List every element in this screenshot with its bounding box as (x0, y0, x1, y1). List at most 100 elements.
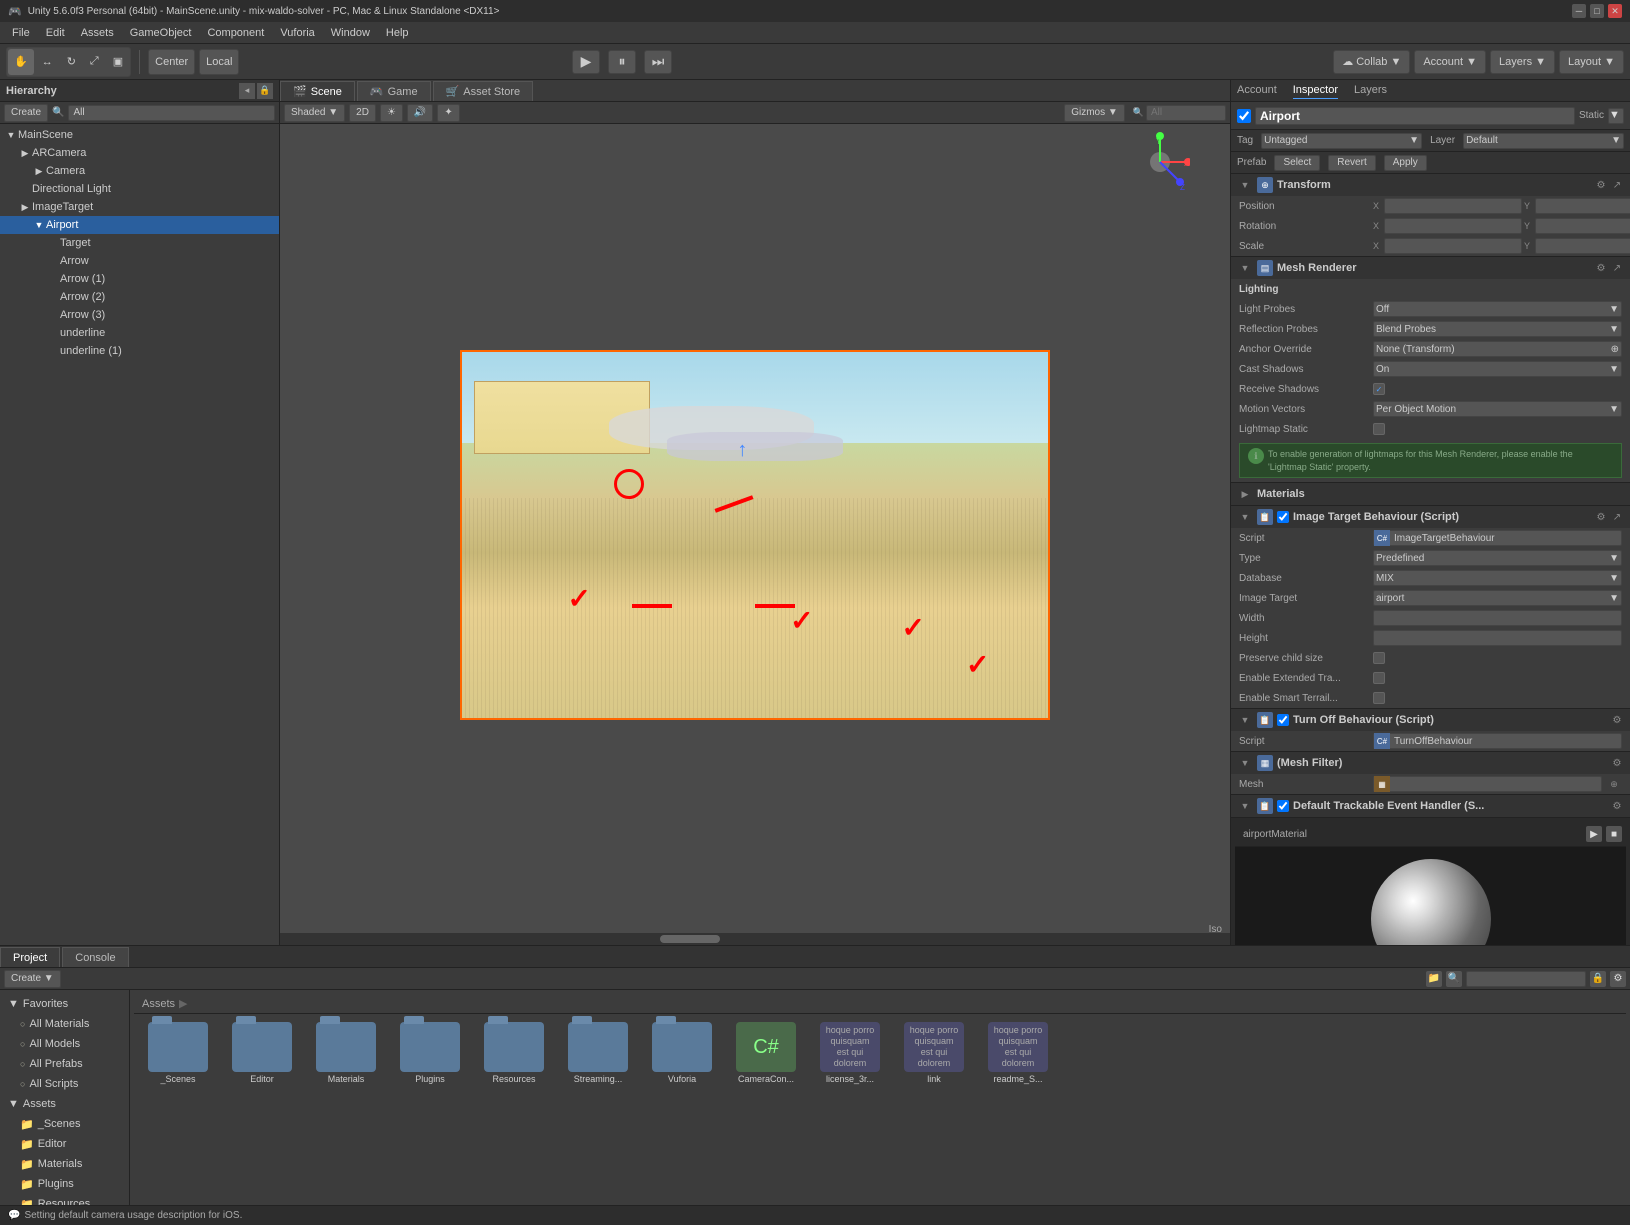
image-target-header[interactable]: ▼ 📋 Image Target Behaviour (Script) ⚙ ↗ (1231, 506, 1630, 528)
shading-dropdown[interactable]: Shaded ▼ (284, 104, 345, 122)
breadcrumb-assets[interactable]: Assets (142, 998, 175, 1010)
menu-vuforia[interactable]: Vuforia (272, 25, 322, 41)
trackable-header[interactable]: ▼ 📋 Default Trackable Event Handler (S..… (1231, 795, 1630, 817)
static-dropdown[interactable]: ▼ (1608, 108, 1624, 124)
scene-scroll-thumb[interactable] (660, 935, 720, 943)
account-button[interactable]: Account ▼ (1414, 50, 1486, 74)
asset-plugins[interactable]: Plugins (390, 1018, 470, 1088)
asset-license[interactable]: hoque porro quisquam est qui dolorem lic… (810, 1018, 890, 1088)
hierarchy-search-input[interactable] (68, 105, 275, 121)
local-button[interactable]: Local (199, 49, 239, 75)
tree-item-arcamera[interactable]: ▶ ARCamera (0, 144, 279, 162)
pos-x-input[interactable]: 0 (1384, 198, 1522, 214)
asset-readme[interactable]: hoque porro quisquam est qui dolorem rea… (978, 1018, 1058, 1088)
materials-header[interactable]: ▶ Materials (1231, 483, 1630, 505)
menu-gameobject[interactable]: GameObject (122, 25, 200, 41)
scale-x-input[interactable]: 0.2 (1384, 238, 1522, 254)
audio-toggle[interactable]: 🔊 (407, 104, 433, 122)
tab-inspector[interactable]: Inspector (1293, 82, 1338, 99)
project-gear-icon[interactable]: ⚙ (1610, 971, 1626, 987)
turnoff-gear-icon[interactable]: ⚙ (1610, 713, 1624, 727)
close-button[interactable]: ✕ (1608, 4, 1622, 18)
tree-item-arrow3[interactable]: Arrow (3) (0, 306, 279, 324)
menu-edit[interactable]: Edit (38, 25, 73, 41)
hierarchy-create-button[interactable]: Create (4, 104, 48, 122)
sidebar-all-models[interactable]: ○ All Models (0, 1034, 129, 1054)
tab-game[interactable]: 🎮 Game (357, 81, 431, 101)
pos-y-input[interactable]: 0 (1535, 198, 1630, 214)
preview-play-button[interactable]: ▶ (1586, 826, 1602, 842)
light-toggle[interactable]: ☀ (380, 104, 403, 122)
tag-dropdown[interactable]: Untagged ▼ (1261, 133, 1422, 149)
project-search-icon[interactable]: 🔍 (1446, 971, 1462, 987)
tree-item-arrow2[interactable]: Arrow (2) (0, 288, 279, 306)
asset-resources[interactable]: Resources (474, 1018, 554, 1088)
prefab-select-button[interactable]: Select (1274, 155, 1320, 171)
sidebar-favorites[interactable]: ▼ Favorites (0, 994, 129, 1014)
object-enabled-checkbox[interactable] (1237, 109, 1251, 123)
it-preserve-checkbox[interactable] (1373, 652, 1385, 664)
sidebar-scenes[interactable]: 📁 _Scenes (0, 1114, 129, 1134)
fx-toggle[interactable]: ✦ (437, 104, 459, 122)
asset-scenes[interactable]: _Scenes (138, 1018, 218, 1088)
transform-section-header[interactable]: ▼ ⊕ Transform ⚙ ↗ (1231, 174, 1630, 196)
menu-window[interactable]: Window (323, 25, 378, 41)
project-lock-icon[interactable]: 🔒 (1590, 971, 1606, 987)
asset-vuforia[interactable]: Vuforia (642, 1018, 722, 1088)
sidebar-editor[interactable]: 📁 Editor (0, 1134, 129, 1154)
prefab-revert-button[interactable]: Revert (1328, 155, 1375, 171)
mesh-field[interactable]: ▦ (1373, 776, 1602, 792)
turnoff-script-field[interactable]: C# TurnOffBehaviour (1373, 733, 1622, 749)
mesh-renderer-gear-icon[interactable]: ⚙ (1594, 261, 1608, 275)
tree-item-directionallight[interactable]: Directional Light (0, 180, 279, 198)
project-folder-icon[interactable]: 📁 (1426, 971, 1442, 987)
preview-stop-button[interactable]: ■ (1606, 826, 1622, 842)
tree-item-imagetarget[interactable]: ▶ ImageTarget (0, 198, 279, 216)
mesh-renderer-header[interactable]: ▼ ▤ Mesh Renderer ⚙ ↗ (1231, 257, 1630, 279)
layers-button[interactable]: Layers ▼ (1490, 50, 1555, 74)
asset-editor[interactable]: Editor (222, 1018, 302, 1088)
hand-tool[interactable]: ✋ (8, 49, 34, 75)
menu-help[interactable]: Help (378, 25, 417, 41)
sidebar-materials[interactable]: 📁 Materials (0, 1154, 129, 1174)
scale-tool[interactable]: ⤢ (84, 49, 105, 75)
turnoff-enabled[interactable] (1277, 714, 1289, 726)
tab-account[interactable]: Account (1237, 82, 1277, 99)
mesh-filter-header[interactable]: ▼ ▦ (Mesh Filter) ⚙ (1231, 752, 1630, 774)
tree-item-target[interactable]: Target (0, 234, 279, 252)
menu-file[interactable]: File (4, 25, 38, 41)
menu-component[interactable]: Component (199, 25, 272, 41)
tab-scene[interactable]: 🎬 Scene (280, 81, 355, 101)
asset-cameracontroller[interactable]: C# CameraCon... (726, 1018, 806, 1088)
asset-link[interactable]: hoque porro quisquam est qui dolorem lin… (894, 1018, 974, 1088)
trackable-enabled[interactable] (1277, 800, 1289, 812)
rot-y-input[interactable]: 0 (1535, 218, 1630, 234)
sidebar-resources[interactable]: 📁 Resources (0, 1194, 129, 1205)
tree-item-airport[interactable]: ▼ Airport (0, 216, 279, 234)
scene-scrollbar[interactable] (280, 933, 1230, 945)
anchor-override-dropdown[interactable]: None (Transform) ⊕ (1373, 341, 1622, 357)
asset-streaming[interactable]: Streaming... (558, 1018, 638, 1088)
turnoff-header[interactable]: ▼ 📋 Turn Off Behaviour (Script) ⚙ (1231, 709, 1630, 731)
menu-assets[interactable]: Assets (73, 25, 122, 41)
rect-tool[interactable]: ▣ (107, 49, 129, 75)
sidebar-assets[interactable]: ▼ Assets (0, 1094, 129, 1114)
it-image-target-dropdown[interactable]: airport ▼ (1373, 590, 1622, 606)
cast-shadows-dropdown[interactable]: On ▼ (1373, 361, 1622, 377)
rotate-tool[interactable]: ↻ (61, 49, 82, 75)
it-width-input[interactable]: 0.2 (1373, 610, 1622, 626)
trackable-gear-icon[interactable]: ⚙ (1610, 799, 1624, 813)
sidebar-all-prefabs[interactable]: ○ All Prefabs (0, 1054, 129, 1074)
mesh-filter-gear-icon[interactable]: ⚙ (1610, 756, 1624, 770)
image-target-enabled[interactable] (1277, 511, 1289, 523)
maximize-button[interactable]: □ (1590, 4, 1604, 18)
it-script-field[interactable]: C# ImageTargetBehaviour (1373, 530, 1622, 546)
prefab-apply-button[interactable]: Apply (1384, 155, 1427, 171)
it-database-dropdown[interactable]: MIX ▼ (1373, 570, 1622, 586)
hierarchy-lock[interactable]: 🔒 (257, 83, 273, 99)
it-smart-checkbox[interactable] (1373, 692, 1385, 704)
tree-item-arrow[interactable]: Arrow (0, 252, 279, 270)
scene-view[interactable]: ✓ ✓ ✓ ✓ ↑ (280, 124, 1230, 945)
sidebar-all-scripts[interactable]: ○ All Scripts (0, 1074, 129, 1094)
tree-item-arrow1[interactable]: Arrow (1) (0, 270, 279, 288)
